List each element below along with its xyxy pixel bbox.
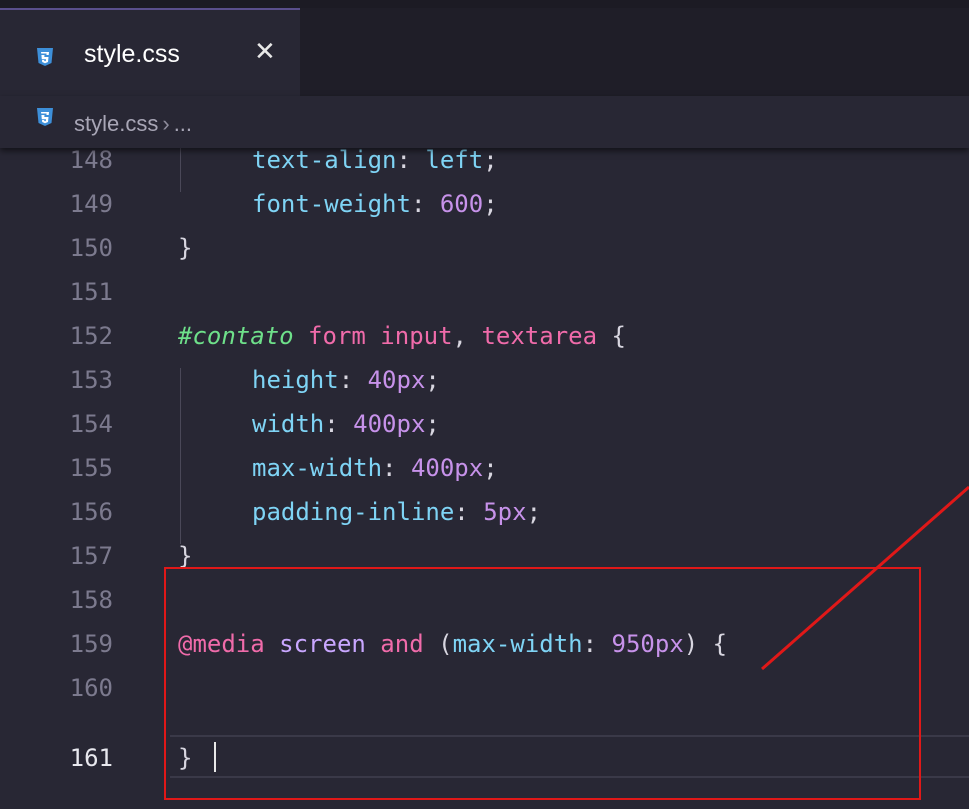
code-text: width: 400px; bbox=[252, 410, 440, 438]
code-text: padding-inline: 5px; bbox=[252, 498, 542, 526]
code-line: 149 font-weight: 600; bbox=[0, 182, 969, 226]
code-line: 148 text-align: left; bbox=[0, 148, 969, 182]
code-line: 152 #contato form input, textarea { bbox=[0, 314, 969, 358]
css3-icon bbox=[36, 47, 54, 66]
line-number: 156 bbox=[69, 498, 113, 526]
code-line: 154 width: 400px; bbox=[0, 402, 969, 446]
breadcrumb-path[interactable]: style.css ›... bbox=[74, 111, 192, 137]
code-text: text-align: left; bbox=[252, 148, 498, 174]
line-number: 151 bbox=[69, 278, 113, 306]
css3-icon bbox=[36, 107, 54, 126]
line-number: 160 bbox=[69, 674, 113, 702]
breadcrumb-symbols[interactable]: ... bbox=[174, 111, 192, 136]
line-number: 155 bbox=[69, 454, 113, 482]
line-number: 148 bbox=[69, 148, 113, 174]
chevron-right-icon: › bbox=[162, 111, 170, 136]
annotation-highlight-box bbox=[164, 567, 921, 800]
code-line: 156 padding-inline: 5px; bbox=[0, 490, 969, 534]
code-line: 153 height: 40px; bbox=[0, 358, 969, 402]
code-text: } bbox=[178, 234, 193, 262]
code-text: #contato form input, textarea { bbox=[178, 322, 626, 350]
line-number-active: 161 bbox=[69, 744, 113, 772]
close-icon[interactable]: ✕ bbox=[254, 37, 276, 67]
tab-bar: style.css ✕ bbox=[0, 8, 969, 96]
code-text: height: 40px; bbox=[252, 366, 440, 394]
line-number: 149 bbox=[69, 190, 113, 218]
line-number: 154 bbox=[69, 410, 113, 438]
line-number: 153 bbox=[69, 366, 113, 394]
code-text: max-width: 400px; bbox=[252, 454, 498, 482]
code-line: 150 } bbox=[0, 226, 969, 270]
editor-window: style.css ✕ style.css ›... 148 text-align… bbox=[0, 0, 969, 809]
line-number: 158 bbox=[69, 586, 113, 614]
title-strip bbox=[0, 0, 969, 8]
breadcrumb: style.css ›... bbox=[0, 96, 969, 148]
breadcrumb-file[interactable]: style.css bbox=[74, 111, 158, 136]
code-line: 155 max-width: 400px; bbox=[0, 446, 969, 490]
tab-style-css[interactable]: style.css ✕ bbox=[0, 8, 300, 96]
line-number: 159 bbox=[69, 630, 113, 658]
line-number: 150 bbox=[69, 234, 113, 262]
line-number: 152 bbox=[69, 322, 113, 350]
code-text: font-weight: 600; bbox=[252, 190, 498, 218]
line-number: 157 bbox=[69, 542, 113, 570]
tab-label: style.css bbox=[84, 40, 180, 68]
code-line: 151 bbox=[0, 270, 969, 314]
